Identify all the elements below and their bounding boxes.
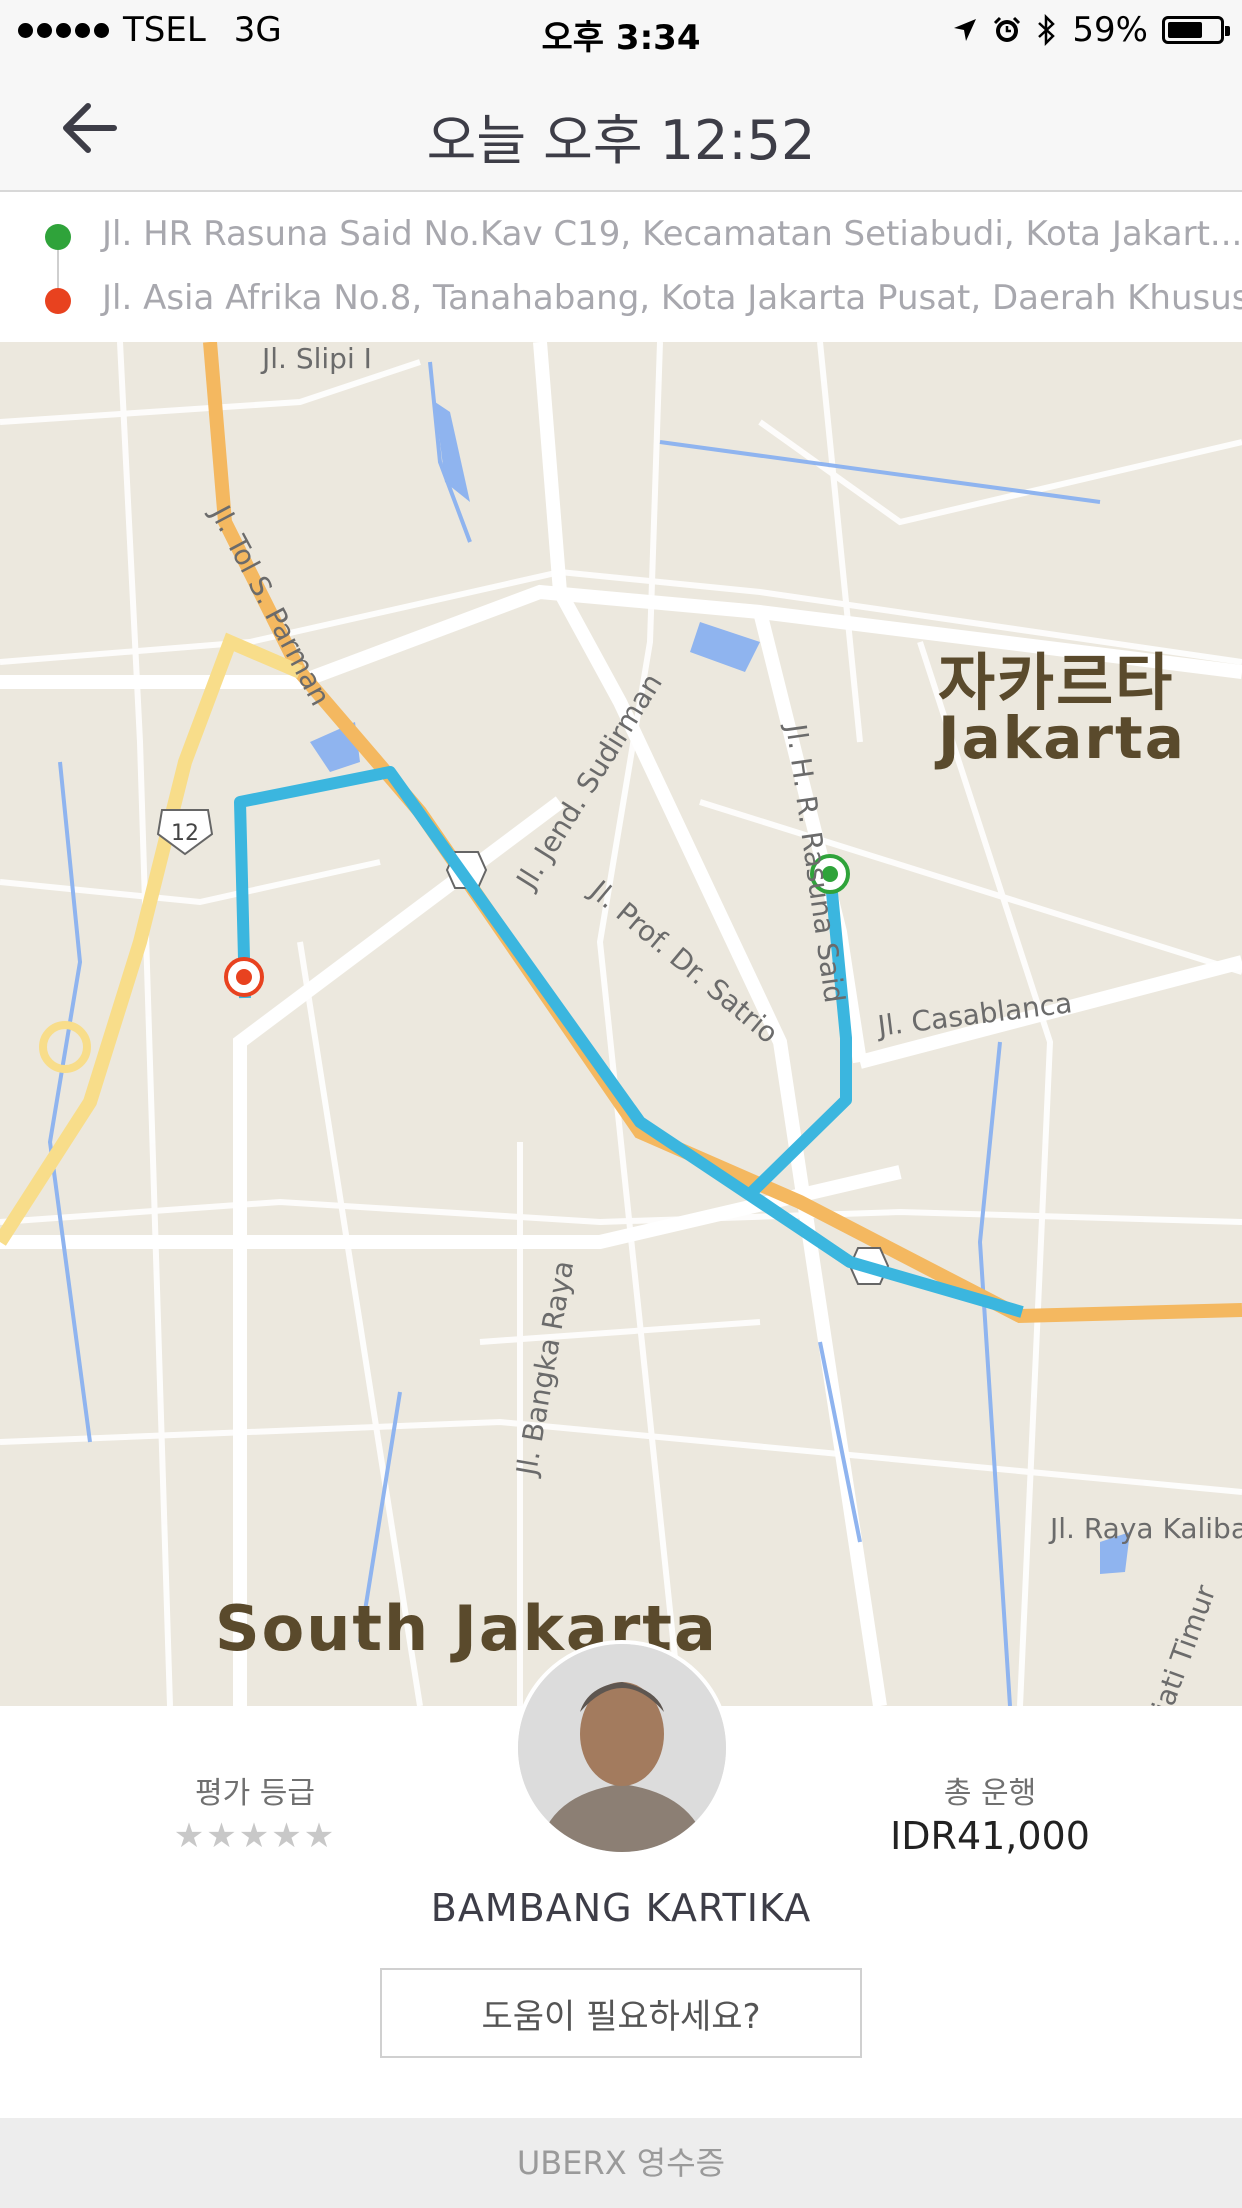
street-label: Jl. Slipi I <box>262 342 372 375</box>
driver-avatar <box>514 1640 730 1856</box>
alarm-icon <box>994 16 1021 42</box>
pickup-address: Jl. HR Rasuna Said No.Kav C19, Kecamatan… <box>102 214 1242 254</box>
dropoff-marker-icon <box>224 957 264 997</box>
svg-text:12: 12 <box>171 821 199 846</box>
map-city-label-en: Jakarta <box>938 704 1186 772</box>
battery-icon <box>1162 16 1230 44</box>
map-canvas: 12 <box>0 342 1242 1706</box>
route-map[interactable]: 12 자카르타 Jakarta South Jakarta Jl. Slipi … <box>0 342 1242 1706</box>
rating-label: 평가 등급 <box>195 1776 315 1811</box>
fare-value: IDR41,000 <box>890 1814 1090 1858</box>
receipt-footer[interactable]: UBERX 영수증 <box>0 2118 1242 2208</box>
pickup-dot-icon <box>45 224 71 250</box>
trip-addresses: Jl. HR Rasuna Said No.Kav C19, Kecamatan… <box>0 192 1242 342</box>
route-connector <box>57 250 59 288</box>
rating-stars: ★★★★★ <box>173 1816 337 1856</box>
status-bar: TSEL 3G 오후 3:34 59% <box>0 0 1242 62</box>
status-right: 59% <box>952 10 1230 50</box>
dropoff-dot-icon <box>45 288 71 314</box>
bluetooth-icon <box>1038 14 1056 46</box>
driver-photo <box>518 1644 726 1852</box>
street-label: Jl. Raya Kaliba <box>1050 1512 1242 1545</box>
driver-name: BAMBANG KARTIKA <box>430 1886 812 1930</box>
fare-label: 총 운행 <box>943 1776 1037 1811</box>
page-title: 오늘 오후 12:52 <box>426 109 816 172</box>
dropoff-address: Jl. Asia Afrika No.8, Tanahabang, Kota J… <box>102 278 1242 318</box>
location-arrow-icon <box>954 19 977 41</box>
battery-percent: 59% <box>1072 10 1148 50</box>
help-button[interactable]: 도움이 필요하세요? <box>380 1968 862 2058</box>
nav-bar: 오늘 오후 12:52 <box>0 62 1242 192</box>
